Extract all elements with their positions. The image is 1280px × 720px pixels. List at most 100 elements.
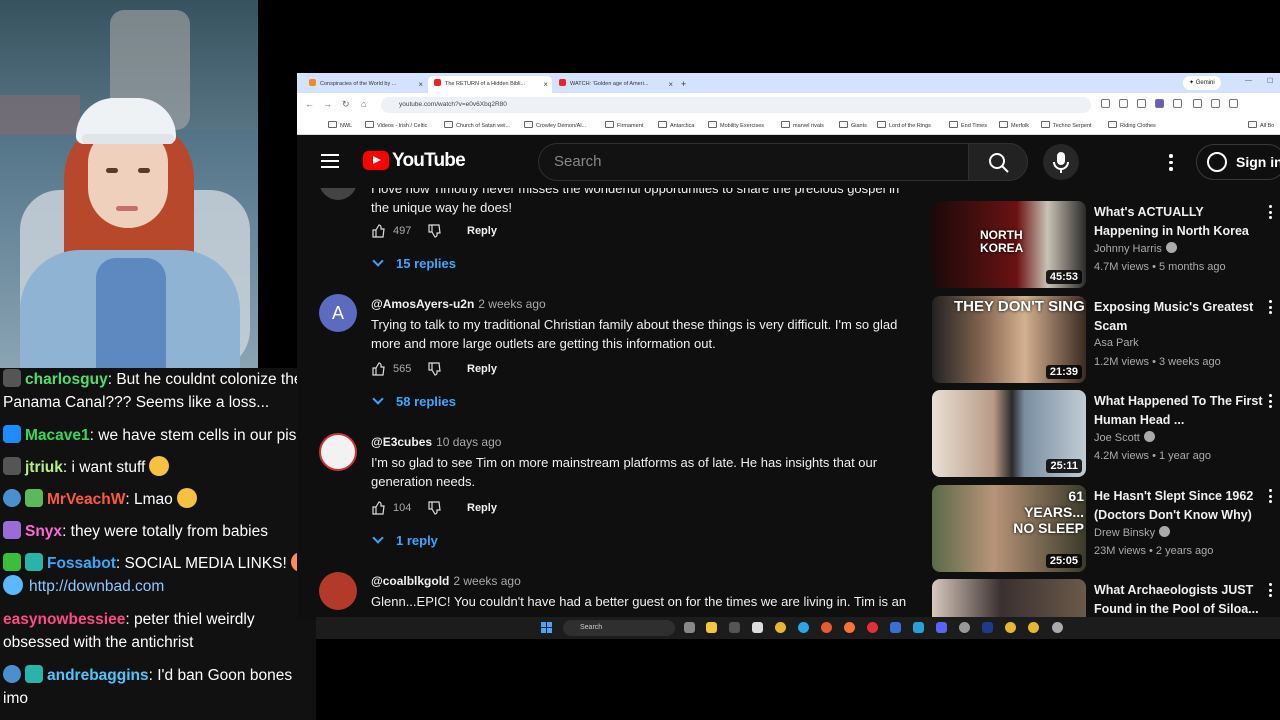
browser-tab[interactable]: Conspiracies of the World by ... ×: [303, 76, 427, 93]
sidebar-icon[interactable]: [1193, 99, 1202, 108]
more-actions-icon[interactable]: [1269, 205, 1272, 222]
search-input[interactable]: Search: [538, 143, 969, 181]
opera-icon[interactable]: [867, 622, 878, 633]
bookmark-item[interactable]: Riding Clothes: [1108, 121, 1156, 129]
bookmark-item[interactable]: Giants: [839, 121, 867, 129]
author-handle[interactable]: @AmosAyers-u2n: [371, 297, 474, 311]
gemini-button[interactable]: ✦ Gemini: [1183, 76, 1221, 90]
video-title[interactable]: Exposing Music's Greatest Scam: [1094, 298, 1264, 335]
profile-icon[interactable]: [1211, 99, 1220, 108]
bookmark-item[interactable]: All Bo: [1248, 121, 1274, 129]
edge-icon[interactable]: [798, 622, 809, 633]
bookmark-item[interactable]: End Times: [949, 121, 987, 129]
bookmark-item[interactable]: Church of Satan wei...: [444, 121, 510, 129]
new-tab-button[interactable]: +: [678, 76, 694, 93]
bookmark-item[interactable]: Antarctica: [658, 121, 694, 129]
chrome-icon[interactable]: [775, 622, 786, 633]
forward-icon[interactable]: →: [323, 99, 332, 109]
settings-icon[interactable]: [959, 622, 970, 633]
author-handle[interactable]: @coalblkgold: [371, 574, 449, 588]
more-actions-icon[interactable]: [1269, 394, 1272, 411]
reply-button[interactable]: Reply: [467, 502, 497, 514]
comment-avatar[interactable]: [319, 572, 357, 610]
bookmark-item[interactable]: Lord of the Rings: [877, 121, 931, 129]
gear-icon[interactable]: [1052, 622, 1063, 633]
reply-button[interactable]: Reply: [467, 225, 497, 237]
task-view-icon[interactable]: [684, 622, 695, 633]
bookmark-item[interactable]: marvel rivals: [781, 121, 824, 129]
comment-time[interactable]: 10 days ago: [436, 435, 501, 449]
youtube-logo-icon[interactable]: [363, 151, 389, 170]
dislike-icon[interactable]: [427, 224, 441, 238]
telegram-icon[interactable]: [913, 622, 924, 633]
bookmark-item[interactable]: Firmament: [605, 121, 643, 129]
comment-avatar[interactable]: [319, 188, 357, 200]
puzzle-icon[interactable]: [1173, 99, 1182, 108]
reply-button[interactable]: Reply: [467, 363, 497, 375]
channel-name[interactable]: Asa Park: [1094, 337, 1139, 349]
file-explorer-icon[interactable]: [706, 622, 717, 633]
extension-icon[interactable]: [1155, 99, 1164, 108]
comment-time[interactable]: 2 weeks ago: [453, 574, 520, 588]
url-field[interactable]: youtube.com/watch?v=e0v6Xbq2R80: [381, 97, 1091, 113]
bookmark-item[interactable]: Techno Serpent: [1041, 121, 1092, 129]
video-thumbnail[interactable]: THEY DON'T SING 21:39: [932, 296, 1086, 383]
youtube-wordmark[interactable]: YouTube: [392, 150, 466, 172]
bookmark-item[interactable]: Mobility Exercises: [708, 121, 764, 129]
view-replies-button[interactable]: 1 reply: [372, 532, 438, 548]
channel-name[interactable]: Drew Binsky: [1094, 526, 1171, 539]
dislike-icon[interactable]: [427, 501, 441, 515]
like-icon[interactable]: [371, 501, 385, 515]
more-actions-icon[interactable]: [1269, 489, 1272, 506]
bookmark-item[interactable]: NWL: [328, 121, 352, 129]
menu-icon[interactable]: [1229, 99, 1238, 108]
comment-avatar[interactable]: A: [319, 294, 357, 332]
download-icon[interactable]: [1119, 99, 1128, 108]
recommended-video[interactable]: 61 YEARS... NO SLEEP 25:05 He Hasn't Slep…: [932, 485, 1280, 575]
close-tab-icon[interactable]: ×: [418, 76, 423, 93]
chrome-icon[interactable]: [1005, 622, 1016, 633]
firefox-icon[interactable]: [844, 622, 855, 633]
maximize-icon[interactable]: ☐: [1267, 77, 1273, 85]
recommended-video[interactable]: NORTH KOREA 45:53 What's ACTUALLY Happeni…: [932, 201, 1280, 291]
recommended-video[interactable]: THEY DON'T SING 21:39 Exposing Music's Gr…: [932, 296, 1280, 386]
like-icon[interactable]: [371, 224, 385, 238]
settings-more-icon[interactable]: [1169, 154, 1173, 172]
minimize-icon[interactable]: —: [1245, 77, 1252, 84]
app-icon[interactable]: [890, 622, 901, 633]
video-title[interactable]: What's ACTUALLY Happening in North Korea: [1094, 203, 1264, 240]
reload-icon[interactable]: ↻: [342, 99, 350, 110]
more-actions-icon[interactable]: [1269, 300, 1272, 317]
back-icon[interactable]: ←: [305, 99, 314, 109]
sign-in-button[interactable]: Sign in: [1196, 144, 1280, 180]
chrome-icon[interactable]: [1028, 622, 1039, 633]
browser-tab-active[interactable]: The RETURN of a Hidden Bibli... ×: [428, 76, 552, 93]
store-icon[interactable]: [752, 622, 763, 633]
taskbar-search[interactable]: Search: [563, 620, 675, 636]
video-thumbnail[interactable]: NORTH KOREA 45:53: [932, 201, 1086, 288]
author-handle[interactable]: @E3cubes: [371, 435, 432, 449]
view-replies-button[interactable]: 15 replies: [372, 255, 456, 271]
close-tab-icon[interactable]: ×: [668, 76, 673, 93]
recommended-video[interactable]: What Archaeologists JUST Found in the Po…: [932, 579, 1280, 620]
like-icon[interactable]: [371, 362, 385, 376]
recommended-video[interactable]: 25:11 What Happened To The First Human H…: [932, 390, 1280, 480]
photoshop-icon[interactable]: [982, 622, 993, 633]
search-button[interactable]: [968, 143, 1028, 181]
terminal-icon[interactable]: [729, 622, 740, 633]
browser-tab[interactable]: WATCH: 'Golden age of Ameri... ×: [553, 76, 677, 93]
home-icon[interactable]: ⌂: [361, 99, 366, 109]
hamburger-menu-icon[interactable]: [321, 154, 339, 168]
video-title[interactable]: What Happened To The First Human Head ..…: [1094, 392, 1264, 429]
channel-name[interactable]: Joe Scott: [1094, 431, 1155, 444]
bookmark-item[interactable]: Videos - Irish / Celtic: [365, 121, 427, 129]
dislike-icon[interactable]: [427, 362, 441, 376]
chat-link[interactable]: http://downbad.com: [29, 578, 164, 595]
video-thumbnail[interactable]: [932, 579, 1086, 620]
comment-time[interactable]: 2 weeks ago: [478, 297, 545, 311]
windows-start-icon[interactable]: [541, 622, 552, 633]
video-thumbnail[interactable]: 25:11: [932, 390, 1086, 477]
extension-icon[interactable]: [1101, 99, 1110, 108]
discord-icon[interactable]: [936, 622, 947, 633]
channel-name[interactable]: Johnny Harris: [1094, 242, 1177, 255]
